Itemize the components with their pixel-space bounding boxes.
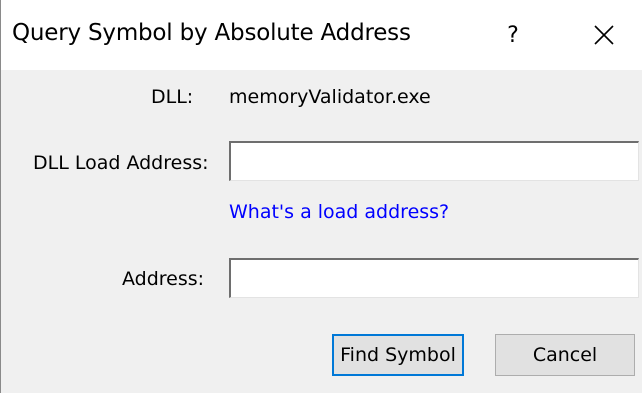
cancel-button[interactable]: Cancel — [495, 334, 635, 376]
dll-load-address-label: DLL Load Address: — [33, 152, 209, 174]
dll-value: memoryValidator.exe — [229, 86, 431, 108]
window-title: Query Symbol by Absolute Address — [12, 20, 411, 46]
dll-label: DLL: — [151, 86, 194, 108]
cancel-button-label: Cancel — [532, 344, 598, 366]
dll-load-address-input[interactable] — [229, 141, 639, 181]
find-symbol-button[interactable]: Find Symbol — [332, 334, 464, 376]
help-button[interactable]: ? — [483, 12, 543, 58]
help-icon: ? — [507, 22, 519, 48]
query-symbol-dialog: Query Symbol by Absolute Address ? DLL: … — [0, 0, 642, 393]
address-label: Address: — [122, 268, 205, 290]
find-symbol-button-label: Find Symbol — [340, 344, 456, 366]
title-bar: Query Symbol by Absolute Address ? — [1, 0, 642, 70]
load-address-help-link[interactable]: What's a load address? — [229, 201, 449, 223]
close-icon — [594, 25, 614, 45]
address-input[interactable] — [229, 258, 639, 298]
close-button[interactable] — [573, 12, 635, 58]
